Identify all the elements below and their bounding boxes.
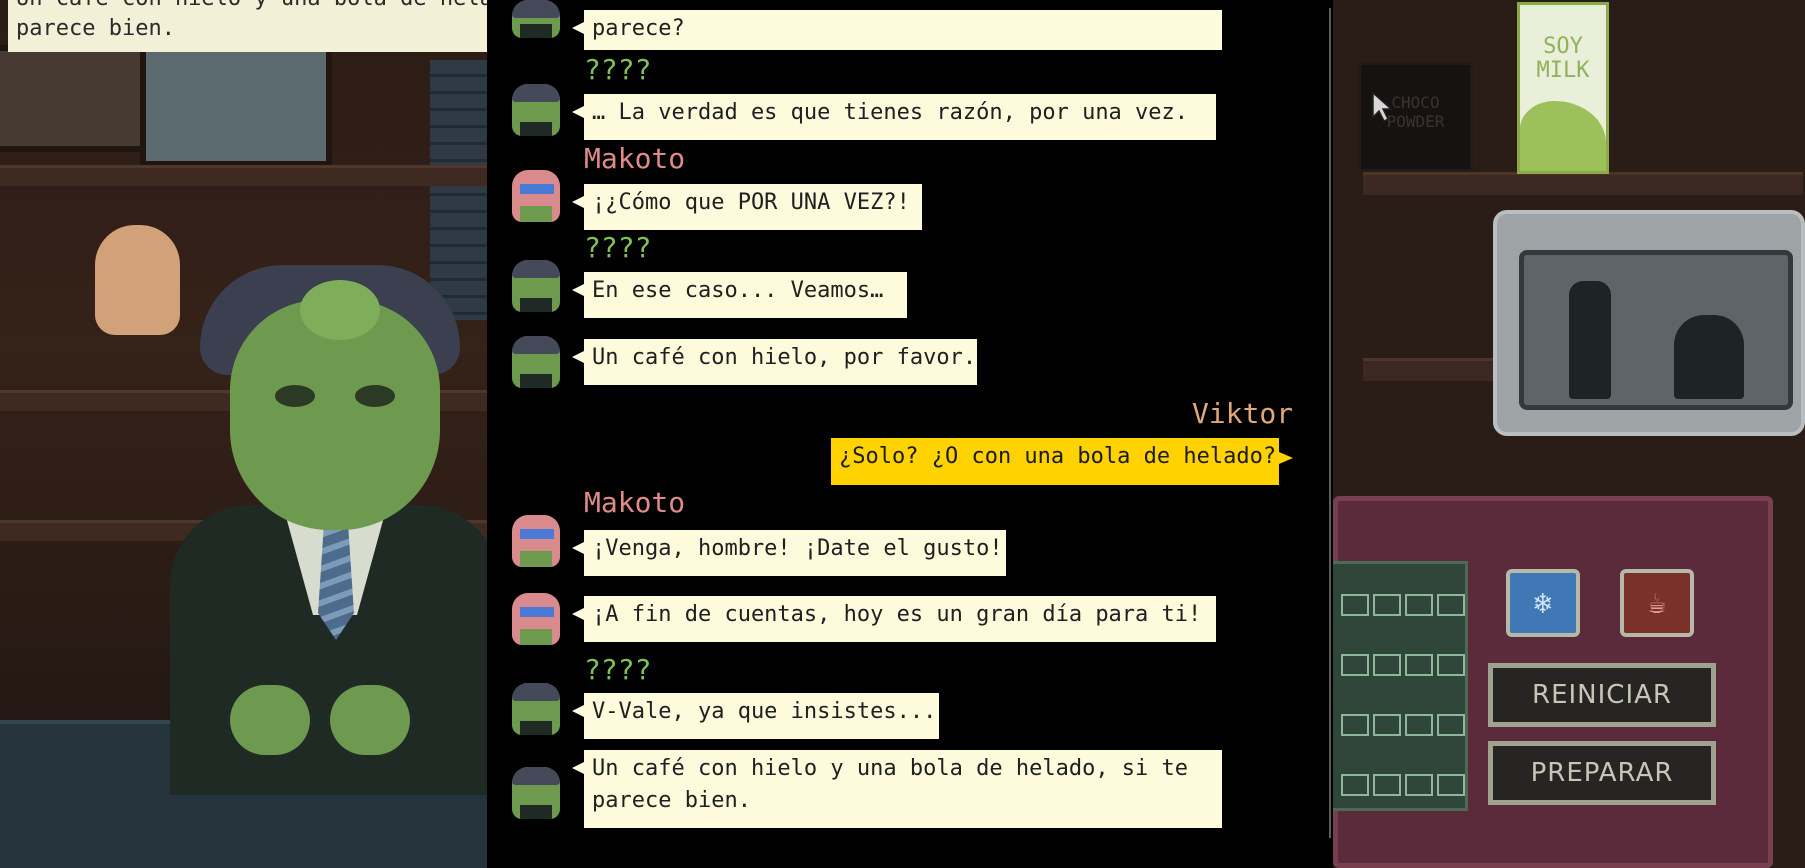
dialogue-bubble: V-Vale, ya que insistes... <box>572 693 939 739</box>
speaker-name: Makoto <box>584 142 686 175</box>
dialogue-bubble: … La verdad es que tienes razón, por una… <box>572 94 1216 140</box>
soy-milk-carton[interactable]: SOY MILK <box>1517 2 1609 174</box>
grid-cell <box>1373 594 1401 616</box>
carton-wave <box>1520 101 1606 171</box>
dialogue-bubble: Un café con hielo y una bola de helado, … <box>572 750 1222 828</box>
character-eye <box>275 385 315 407</box>
speech-line-2: parece bien. <box>16 16 175 41</box>
grid-cell <box>1341 594 1369 616</box>
character-hand <box>330 685 410 755</box>
milk-label: MILK <box>1536 58 1590 83</box>
choco-label: CHOCO POWDER <box>1386 93 1445 131</box>
grid-cell <box>1405 714 1433 736</box>
ice-button[interactable]: ❄ <box>1506 569 1580 637</box>
reset-button[interactable]: REINICIAR <box>1488 663 1716 727</box>
player-dialogue-bubble: ¿Solo? ¿O con una bola de helado? <box>831 438 1293 485</box>
makoto-avatar <box>512 515 560 567</box>
prepare-button[interactable]: PREPARAR <box>1488 741 1716 805</box>
speech-line-1: Un café con hielo y una bola de helado, … <box>16 0 487 14</box>
speech-bubble: Un café con hielo y una bola de helado, … <box>8 0 487 52</box>
wall-painting <box>0 45 152 152</box>
shelf <box>0 165 487 186</box>
character-head-bump <box>300 280 380 340</box>
character-hand <box>230 685 310 755</box>
bottle-silhouette <box>1569 281 1611 399</box>
makoto-avatar <box>512 170 560 222</box>
dialogue-bubble: Un café con hielo, por favor. <box>572 339 977 385</box>
dialogue-bubble: ¡A fin de cuentas, hoy es un gran día pa… <box>572 596 1216 642</box>
customer-avatar <box>512 260 560 312</box>
wall-photo <box>140 45 332 167</box>
ice-icon: ❄ <box>1533 585 1553 621</box>
dialogue-bubble: parece? <box>572 10 1222 50</box>
speaker-name: ???? <box>584 53 652 86</box>
dialogue-bubble: En ese caso... Veamos… <box>572 272 907 318</box>
speaker-name: ???? <box>584 653 652 686</box>
soy-label: SOY <box>1543 34 1583 59</box>
grid-cell <box>1437 594 1465 616</box>
mouse-cursor-icon <box>1372 91 1393 123</box>
hot-coffee-button[interactable]: ☕ <box>1620 569 1694 637</box>
grid-cell <box>1373 774 1401 796</box>
grid-cell <box>1373 714 1401 736</box>
grid-cell <box>1437 714 1465 736</box>
scene-left: Un café con hielo y una bola de helado, … <box>0 0 487 868</box>
dialogue-bubble: ¡Venga, hombre! ¡Date el gusto! <box>572 530 1006 576</box>
grid-cell <box>1437 654 1465 676</box>
character-eye <box>355 385 395 407</box>
grid-cell <box>1373 654 1401 676</box>
grid-cell <box>1341 774 1369 796</box>
dialogue-line: Un café con hielo y una bola de helado, … <box>592 756 1189 781</box>
grid-cell <box>1341 654 1369 676</box>
speaker-name: Viktor <box>1192 397 1294 430</box>
log-scrollbar[interactable] <box>1329 8 1331 838</box>
grid-cell <box>1405 654 1433 676</box>
grid-cell <box>1437 774 1465 796</box>
scene-right: CHOCO POWDER SOY MILK ❄ ☕ REINICIAR PREP… <box>1333 0 1805 868</box>
hot-coffee-icon: ☕ <box>1647 585 1667 621</box>
dialogue-bubble: ¡¿Cómo que POR UNA VEZ?! <box>572 184 922 230</box>
dialogue-log[interactable]: parece? ???? … La verdad es que tienes r… <box>487 0 1333 868</box>
grid-cell <box>1341 714 1369 736</box>
speaker-name: ???? <box>584 231 652 264</box>
customer-avatar <box>512 84 560 136</box>
dialogue-line: parece bien. <box>592 788 751 813</box>
customer-character <box>170 255 487 795</box>
speaker-name: Makoto <box>584 486 686 519</box>
customer-avatar <box>512 767 560 819</box>
mixer-silhouette <box>1674 315 1744 399</box>
lucky-cat-figurine <box>95 225 180 335</box>
customer-avatar <box>512 0 560 38</box>
makoto-avatar <box>512 593 560 645</box>
customer-avatar <box>512 336 560 388</box>
grid-cell <box>1405 594 1433 616</box>
grid-cell <box>1405 774 1433 796</box>
customer-avatar <box>512 683 560 735</box>
blender-machine[interactable] <box>1493 210 1805 436</box>
ingredient-grid <box>1333 561 1468 811</box>
preparation-panel: ❄ ☕ REINICIAR PREPARAR <box>1333 496 1773 868</box>
shelf <box>1363 172 1803 195</box>
machine-window <box>1519 250 1793 410</box>
